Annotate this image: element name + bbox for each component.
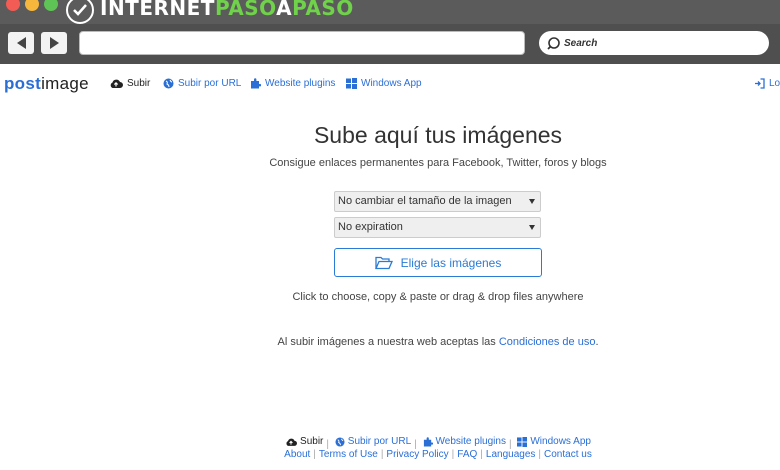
address-bar[interactable] bbox=[79, 31, 525, 55]
footer-languages[interactable]: Languages bbox=[486, 449, 536, 460]
arrow-right-icon bbox=[49, 37, 59, 49]
footer-about[interactable]: About bbox=[284, 449, 310, 460]
nav-upload[interactable]: Subir bbox=[109, 78, 150, 89]
site-header: postimage Subir Subir por URL Website pl… bbox=[0, 64, 780, 104]
upload-hint: Click to choose, copy & paste or drag & … bbox=[292, 291, 584, 303]
browser-navbar: Search bbox=[0, 24, 780, 64]
back-button[interactable] bbox=[8, 32, 34, 54]
expiration-select[interactable]: No expiration bbox=[334, 217, 541, 238]
search-placeholder: Search bbox=[564, 37, 598, 49]
footer-upload[interactable]: Subir bbox=[285, 436, 323, 447]
login-icon bbox=[755, 78, 765, 89]
dropdown-arrow-icon bbox=[529, 225, 535, 230]
globe-icon bbox=[163, 78, 174, 89]
close-window-icon[interactable] bbox=[6, 0, 20, 11]
postimage-logo[interactable]: postimage bbox=[4, 74, 89, 94]
puzzle-icon bbox=[251, 78, 261, 89]
footer-links: About | Terms of Use | Privacy Policy | FAQ | La… bbox=[284, 449, 592, 460]
footer-terms[interactable]: Terms of Use bbox=[319, 449, 378, 460]
watermark-logo-icon bbox=[66, 0, 94, 24]
footer-windows-app[interactable]: Windows App bbox=[517, 436, 591, 447]
terms-notice: Al subir imágenes a nuestra web aceptas … bbox=[277, 336, 599, 348]
footer-nav: Subir | Subir por URL | Website plugins … bbox=[0, 436, 780, 450]
choose-images-button[interactable]: Elige las imágenes bbox=[334, 248, 542, 277]
footer-faq[interactable]: FAQ bbox=[457, 449, 477, 460]
cloud-upload-icon bbox=[286, 438, 298, 446]
arrow-left-icon bbox=[16, 37, 26, 49]
resize-select[interactable]: No cambiar el tamaño de la imagen bbox=[334, 191, 541, 212]
globe-icon bbox=[335, 436, 345, 447]
footer-contact[interactable]: Contact us bbox=[544, 449, 592, 460]
dropdown-arrow-icon bbox=[529, 199, 535, 204]
browser-titlebar: INTERNETPASOAPASO bbox=[0, 0, 780, 24]
footer-upload-url[interactable]: Subir por URL bbox=[335, 436, 411, 447]
browser-search-input[interactable]: Search bbox=[539, 31, 769, 55]
forward-button[interactable] bbox=[41, 32, 67, 54]
folder-open-icon bbox=[374, 256, 393, 269]
windows-icon bbox=[517, 436, 528, 447]
search-icon bbox=[547, 37, 560, 50]
windows-icon bbox=[346, 78, 357, 89]
watermark-text: INTERNETPASOAPASO bbox=[100, 0, 354, 20]
footer-privacy[interactable]: Privacy Policy bbox=[386, 449, 448, 460]
maximize-window-icon[interactable] bbox=[44, 0, 58, 11]
terms-link[interactable]: Condiciones de uso bbox=[499, 336, 596, 348]
page-title: Sube aquí tus imágenes bbox=[313, 122, 563, 148]
nav-website-plugins[interactable]: Website plugins bbox=[250, 78, 335, 89]
nav-login[interactable]: Log bbox=[754, 78, 780, 89]
nav-windows-app[interactable]: Windows App bbox=[346, 78, 422, 89]
cloud-upload-icon bbox=[110, 79, 123, 88]
puzzle-icon bbox=[423, 436, 433, 447]
footer-website-plugins[interactable]: Website plugins bbox=[423, 436, 506, 447]
page-subtitle: Consigue enlaces permanentes para Facebo… bbox=[269, 157, 607, 169]
nav-upload-url[interactable]: Subir por URL bbox=[163, 78, 241, 89]
minimize-window-icon[interactable] bbox=[25, 0, 39, 11]
